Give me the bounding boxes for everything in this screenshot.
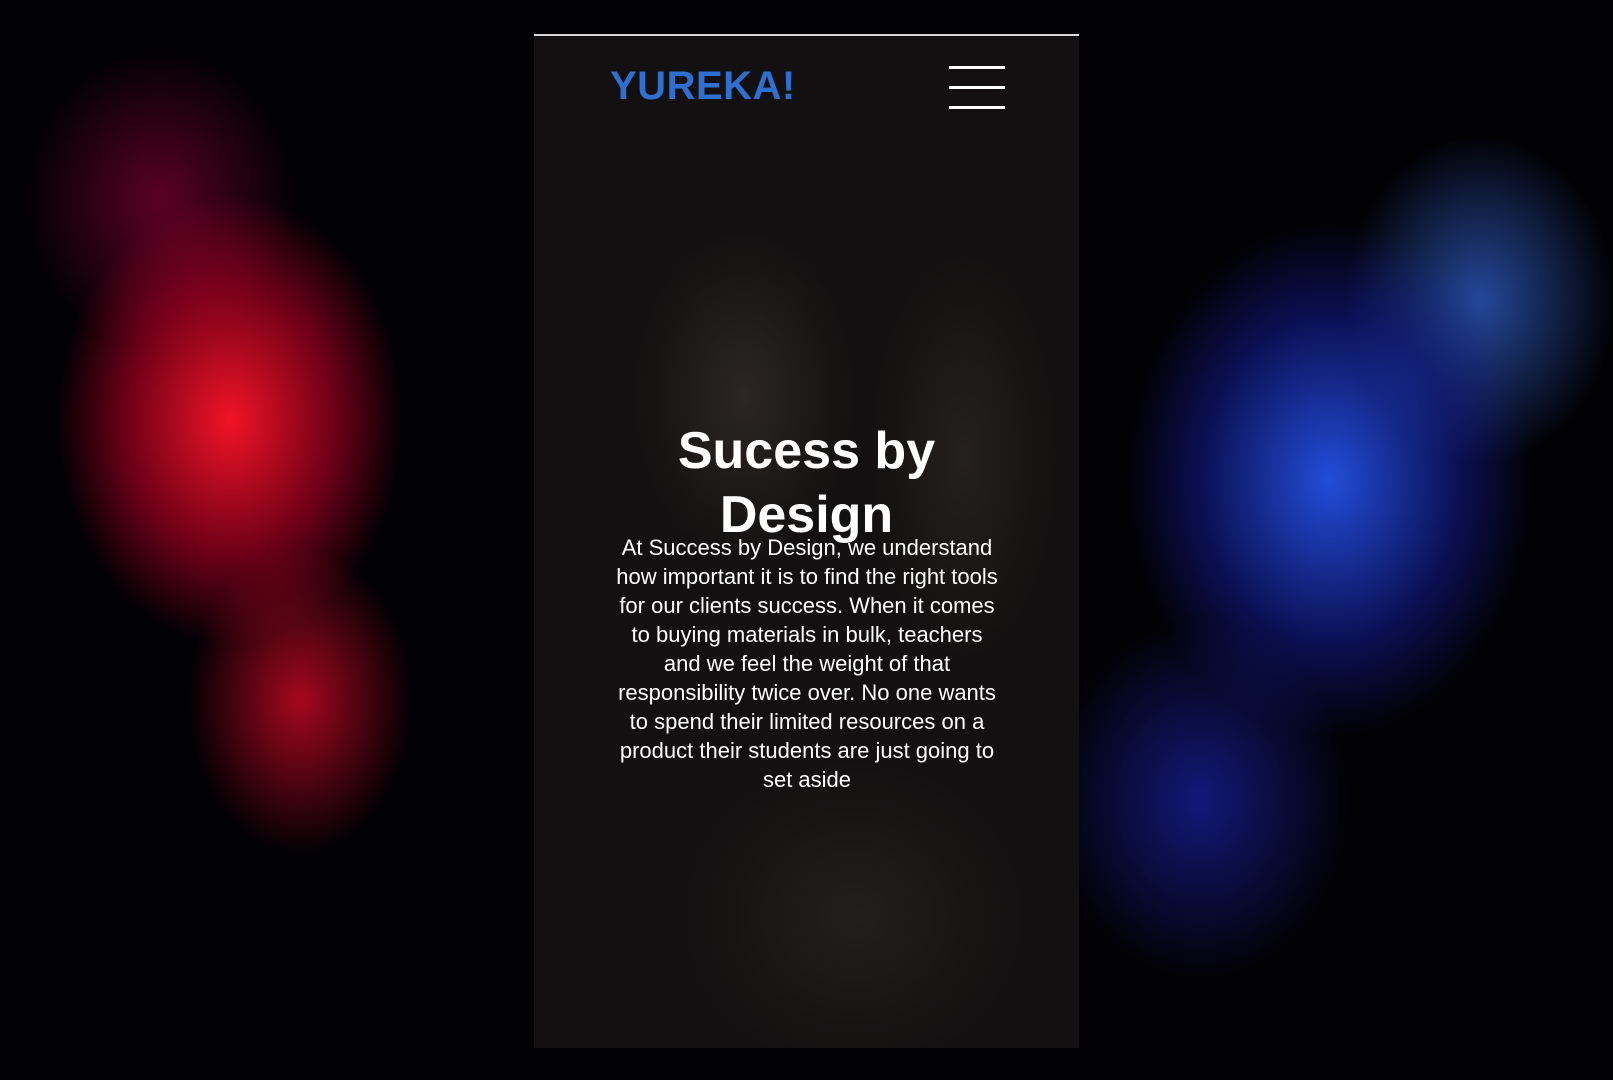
site-header: YUREKA!: [534, 36, 1079, 146]
menu-line: [949, 66, 1005, 69]
menu-line: [949, 86, 1005, 89]
hero-title: Sucess by Design: [677, 421, 936, 544]
hamburger-menu-icon[interactable]: [949, 66, 1005, 110]
site-logo[interactable]: YUREKA!: [610, 64, 796, 109]
menu-line: [949, 106, 1005, 109]
mobile-page-viewport: YUREKA! Sucess by Design At Success by D…: [534, 34, 1079, 1048]
hero-description: At Success by Design, we understand how …: [616, 535, 998, 792]
